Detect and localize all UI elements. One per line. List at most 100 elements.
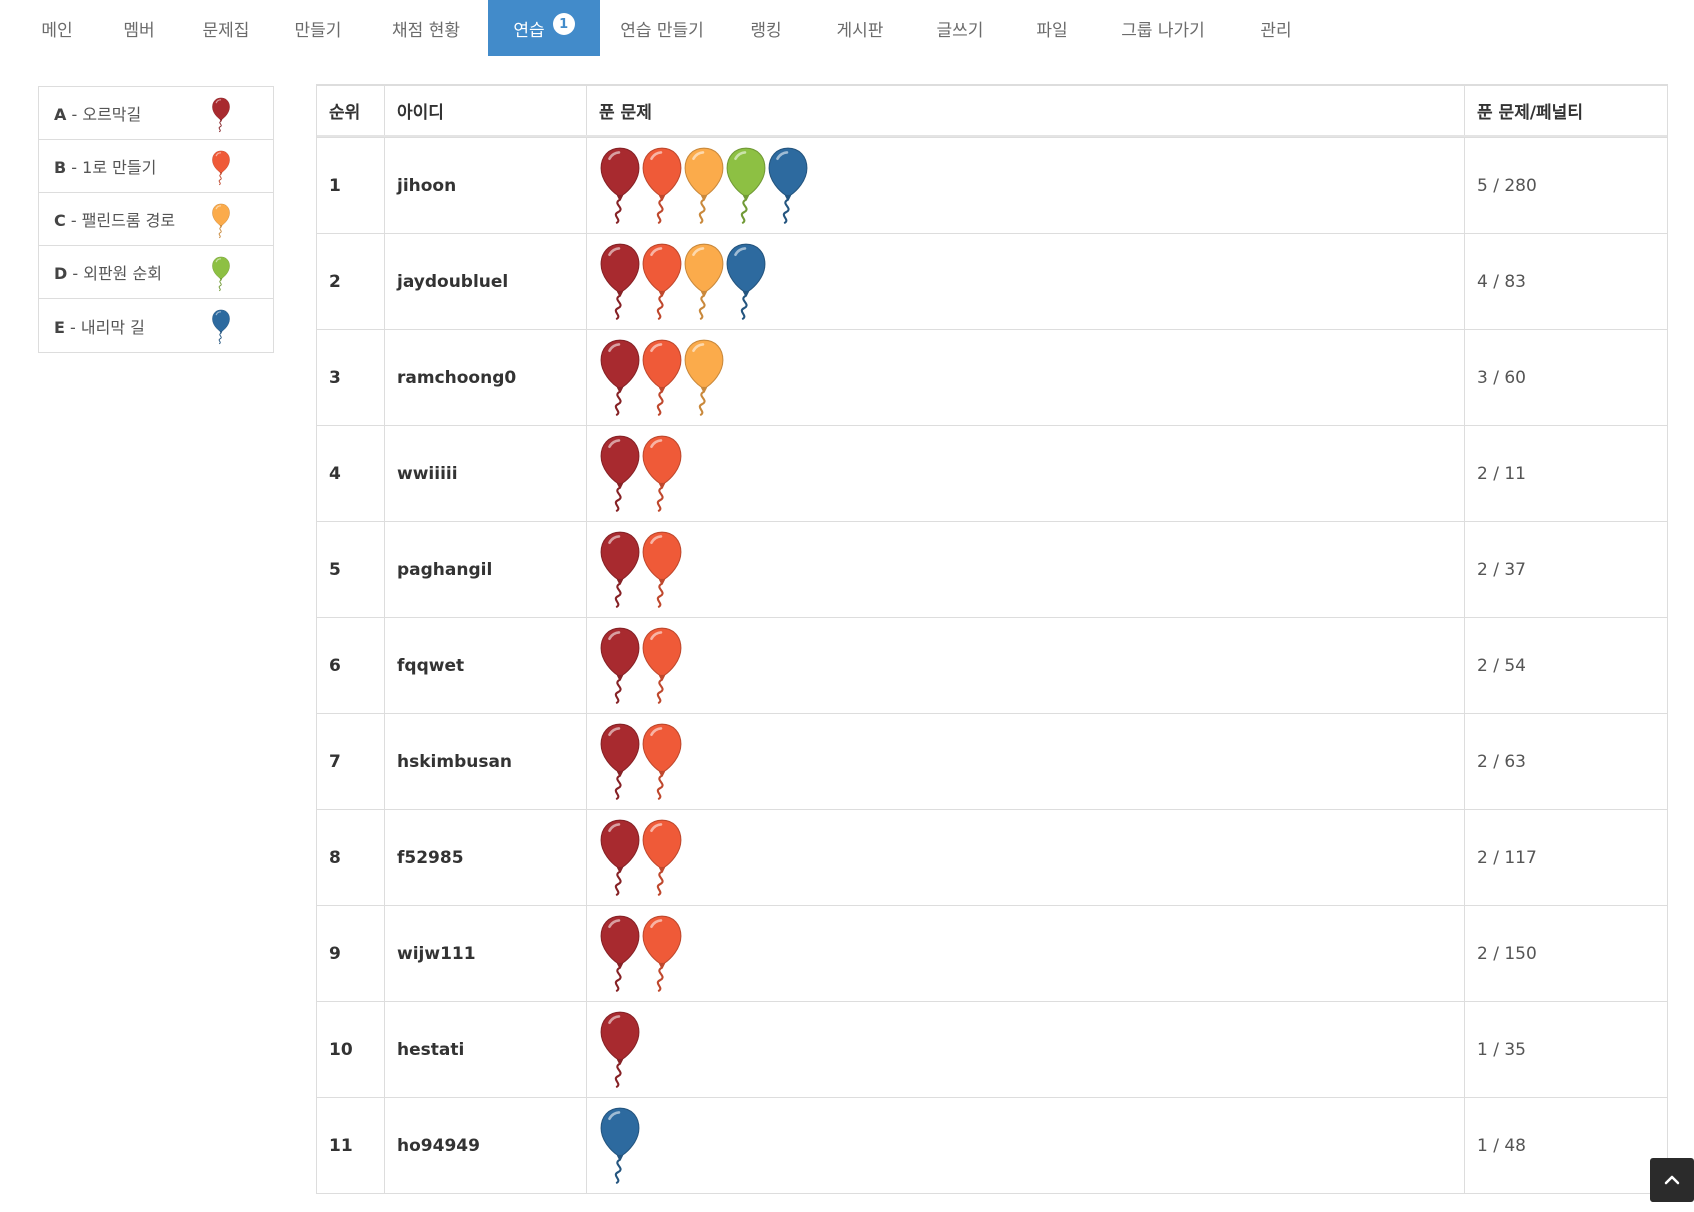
balloon-icon [600,339,640,416]
legend-balloon [211,97,231,133]
problem-letter: C [54,211,66,230]
balloon-list [599,722,683,802]
nav-item-6[interactable]: 연습 만들기 [600,0,724,56]
balloon-icon [600,819,640,896]
balloon-icon [768,147,808,224]
user-id-cell[interactable]: paghangil [385,522,587,617]
balloon-icon [600,435,640,512]
nav-item-1[interactable]: 멤버 [98,0,180,56]
legend-item[interactable]: D - 외판원 순회 [39,246,273,299]
nav-item-11[interactable]: 그룹 나가기 [1096,0,1230,56]
legend-item[interactable]: E - 내리막 길 [39,299,273,352]
score-cell: 1 / 35 [1477,1039,1526,1060]
nav-item-label: 글쓰기 [936,20,984,41]
problem-letter: D [54,264,68,283]
rank-cell: 4 [317,426,385,521]
nav-item-5[interactable]: 연습 1 [488,0,600,56]
problem-title: 오르막길 [82,105,142,124]
balloon-icon [642,531,682,608]
nav-item-10[interactable]: 파일 [1008,0,1096,56]
table-row: 10 hestati 1 / 35 [317,1001,1667,1097]
user-id-cell[interactable]: fqqwet [385,618,587,713]
legend-item[interactable]: B - 1로 만들기 [39,140,273,193]
balloon-icon [212,150,230,186]
user-id-cell[interactable]: ho94949 [385,1098,587,1193]
table-header-row: 순위 아이디 푼 문제 푼 문제/페널티 [317,84,1667,137]
solved-balloons-cell [587,522,1465,617]
table-row: 2 jaydoubluel 4 / 83 [317,233,1667,329]
nav-item-label: 랭킹 [750,20,782,41]
balloon-icon [212,97,230,133]
user-id-cell[interactable]: hestati [385,1002,587,1097]
balloon-icon [684,147,724,224]
problem-letter: B [54,158,67,177]
user-id-cell[interactable]: ramchoong0 [385,330,587,425]
header-solved: 푼 문제 [587,86,1465,135]
practice-count-badge: 1 [552,13,575,35]
nav-item-0[interactable]: 메인 [16,0,98,56]
balloon-list [599,530,683,610]
user-id-cell[interactable]: wijw111 [385,906,587,1001]
problem-title: 1로 만들기 [82,158,157,177]
balloon-icon [600,1107,640,1184]
nav-item-12[interactable]: 관리 [1230,0,1322,56]
balloon-icon [642,435,682,512]
balloon-icon [600,243,640,320]
rank-cell: 9 [317,906,385,1001]
solved-balloons-cell [587,810,1465,905]
legend-label: E - 내리막 길 [54,314,145,338]
score-cell: 2 / 63 [1477,751,1526,772]
balloon-icon [212,256,230,292]
rank-cell: 6 [317,618,385,713]
balloon-list [599,914,683,994]
legend-balloon [211,150,231,186]
legend-separator: - [64,317,81,337]
problem-letter: A [54,105,67,124]
table-row: 4 wwiiiii 2 / 11 [317,425,1667,521]
score-cell: 3 / 60 [1477,367,1526,388]
legend-item[interactable]: A - 오르막길 [39,87,273,140]
user-id-cell[interactable]: f52985 [385,810,587,905]
score-cell: 1 / 48 [1477,1135,1526,1156]
solved-balloons-cell [587,234,1465,329]
user-id-cell[interactable]: wwiiiii [385,426,587,521]
score-cell: 2 / 150 [1477,943,1537,964]
legend-separator: - [66,158,83,177]
table-body: 1 jihoon 5 / 280 2 jaydoubluel 4 / 83 3 ramchoo… [317,137,1667,1193]
user-id-cell[interactable]: jaydoubluel [385,234,587,329]
legend-label: B - 1로 만들기 [54,154,156,178]
nav-item-label: 만들기 [294,20,342,41]
balloon-list [599,626,683,706]
legend-separator: - [67,264,84,283]
user-id-cell[interactable]: jihoon [385,138,587,233]
nav-item-4[interactable]: 채점 현황 [364,0,488,56]
balloon-list [599,818,683,898]
balloon-list [599,1106,641,1186]
solved-balloons-cell [587,714,1465,809]
balloon-icon [600,147,640,224]
balloon-icon [600,1011,640,1088]
legend-separator: - [66,105,83,124]
table-row: 1 jihoon 5 / 280 [317,137,1667,233]
score-cell: 2 / 54 [1477,655,1526,676]
legend-item[interactable]: C - 팰린드롬 경로 [39,193,273,246]
rank-cell: 2 [317,234,385,329]
nav-item-9[interactable]: 글쓰기 [912,0,1008,56]
scroll-top-button[interactable] [1650,1158,1694,1202]
legend-balloon [211,256,231,292]
solved-balloons-cell [587,330,1465,425]
nav-item-label: 관리 [1260,20,1292,41]
nav-item-label: 그룹 나가기 [1121,20,1205,41]
nav-item-7[interactable]: 랭킹 [724,0,808,56]
nav-item-2[interactable]: 문제집 [180,0,272,56]
nav-item-3[interactable]: 만들기 [272,0,364,56]
table-row: 9 wijw111 2 / 150 [317,905,1667,1001]
user-id-cell[interactable]: hskimbusan [385,714,587,809]
balloon-icon [642,819,682,896]
nav-item-label: 연습 만들기 [620,20,704,41]
score-cell: 2 / 11 [1477,463,1526,484]
solved-balloons-cell [587,138,1465,233]
score-cell: 5 / 280 [1477,175,1537,196]
nav-item-8[interactable]: 게시판 [808,0,912,56]
balloon-icon [642,723,682,800]
